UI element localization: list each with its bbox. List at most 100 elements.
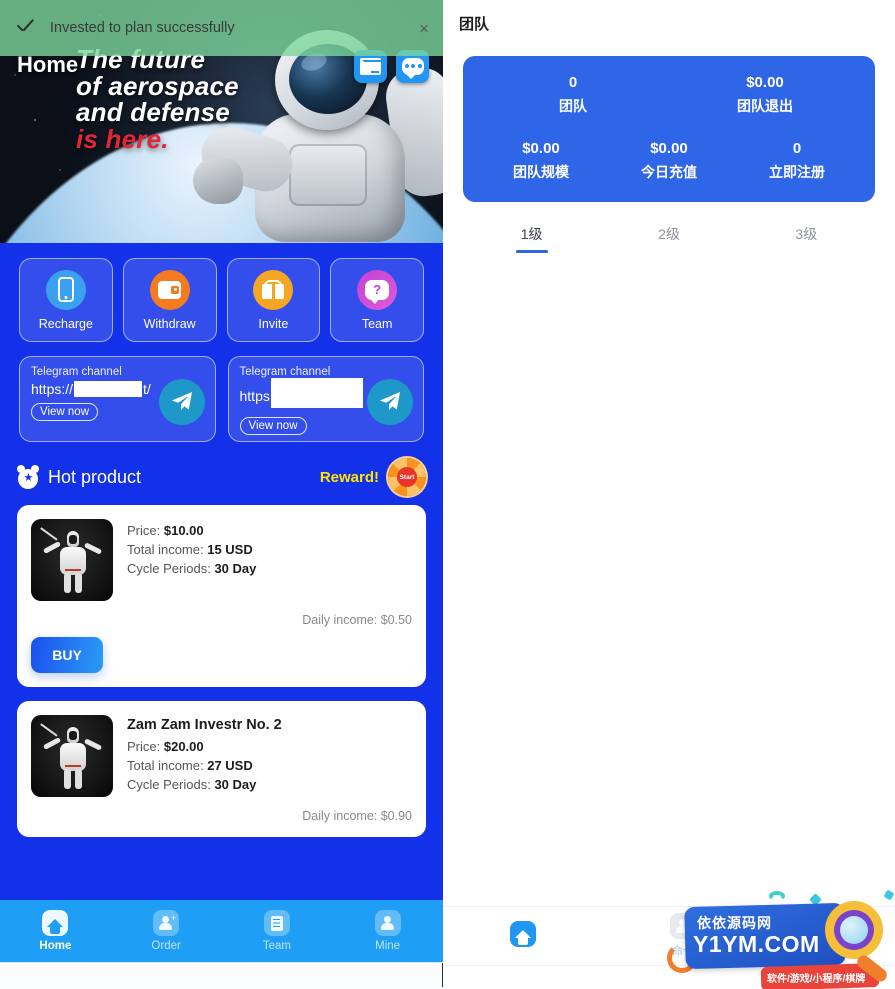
action-label: Team <box>361 316 393 331</box>
phone-icon <box>45 269 86 310</box>
check-icon <box>14 17 36 39</box>
telegram-url-prefix: https:// <box>31 381 74 397</box>
action-invite[interactable]: Invite <box>226 258 321 342</box>
nav-item-home[interactable]: Home <box>0 910 111 952</box>
telegram-icon[interactable] <box>158 379 205 425</box>
stat-label: 今日充值 <box>641 164 697 180</box>
watermark-tag: 软件/游戏/小程序/棋牌 <box>767 974 866 985</box>
price-value: $10.00 <box>163 523 204 538</box>
hot-product-header: ★ Hot product Reward! Start <box>0 442 443 505</box>
gift-icon <box>253 269 294 310</box>
stat-today-recharge: $0.00 今日充值 <box>605 140 733 182</box>
action-withdraw[interactable]: Withdraw <box>122 258 217 342</box>
nav-label: Order <box>151 940 181 952</box>
nav-label: Home <box>39 940 72 952</box>
magnifier-icon <box>825 901 883 959</box>
stat-label: 立即注册 <box>769 164 825 180</box>
stat-team-size: $0.00 团队规模 <box>477 140 605 182</box>
action-label: Invite <box>258 316 289 331</box>
medal-star-icon: ★ <box>17 465 39 489</box>
view-now-button[interactable]: View now <box>31 403 99 421</box>
product-cycle-line: Cycle Periods: 30 Day <box>127 559 256 578</box>
nav-label: Team <box>262 940 291 952</box>
product-image <box>31 715 113 797</box>
success-toast: Invested to plan successfully × <box>0 0 443 56</box>
action-recharge[interactable]: Recharge <box>19 258 113 342</box>
reward-label: Reward! <box>319 468 379 486</box>
telegram-url-prefix: https <box>239 388 270 404</box>
hot-product-title: Hot product <box>48 466 142 487</box>
nav-label: Mine <box>375 940 401 952</box>
daily-income: Daily income: $0.50 <box>302 613 412 627</box>
stat-value: 0 <box>568 74 578 91</box>
nav-item-team[interactable]: Team <box>222 910 333 952</box>
price-label: Price: <box>127 739 161 754</box>
daily-income: Daily income: $0.90 <box>302 809 412 823</box>
redaction-box <box>270 378 363 408</box>
income-value: 15 USD <box>207 542 253 558</box>
quick-actions: Recharge Withdraw Invite ? Team <box>0 243 443 342</box>
product-name: Zam Zam Investr No. 2 <box>127 717 282 733</box>
action-label: Withdraw <box>143 316 196 331</box>
stat-team-count: 0 团队 <box>477 74 669 116</box>
reward-group[interactable]: Reward! Start <box>320 458 426 496</box>
bottom-nav: Home + Order Team Mine <box>0 900 443 962</box>
stat-label: 团队规模 <box>513 164 569 180</box>
close-icon[interactable]: × <box>419 20 429 37</box>
stat-team-withdraw: $0.00 团队退出 <box>669 74 861 116</box>
home-icon <box>510 921 536 947</box>
action-label: Recharge <box>38 316 93 331</box>
banner-line-2: of aerospace <box>76 70 239 101</box>
toast-message: Invested to plan successfully <box>50 20 235 36</box>
price-value: $20.00 <box>163 739 204 754</box>
banner-line-4: is here. <box>76 123 169 154</box>
app-screen: Home The future of aerospace and defense… <box>0 0 895 989</box>
team-page-title: 团队 <box>459 16 490 33</box>
buy-button[interactable]: BUY <box>31 637 103 673</box>
action-team[interactable]: ? Team <box>330 258 424 342</box>
team-stats-row-bottom: $0.00 团队规模 $0.00 今日充值 0 立即注册 <box>477 140 861 182</box>
user-plus-icon: + <box>153 910 180 936</box>
document-icon <box>263 910 290 936</box>
tab-level-3[interactable]: 3级 <box>738 224 875 253</box>
stat-value: $0.00 <box>522 140 560 157</box>
stat-value: $0.00 <box>746 74 784 91</box>
lucky-wheel-icon[interactable]: Start <box>388 458 426 496</box>
stat-value: 0 <box>792 140 802 157</box>
stat-label: 团队 <box>559 98 587 114</box>
tab-level-1[interactable]: 1级 <box>463 224 600 253</box>
telegram-title: Telegram channel <box>239 366 331 378</box>
redaction-box <box>74 381 143 397</box>
product-card[interactable]: Zam Zam Investr No. 2 Price: $20.00 Tota… <box>17 701 426 837</box>
product-income-line: Total income: 15 USD <box>127 540 256 559</box>
telegram-icon[interactable] <box>367 379 413 425</box>
watermark-en: Y1YM.COM <box>693 931 820 957</box>
site-watermark: 依依源码网 Y1YM.COM 软件/游戏/小程序/棋牌 <box>663 889 895 989</box>
mobile-app-panel: Home The future of aerospace and defense… <box>0 0 443 989</box>
banner-line-3: and defense <box>76 97 230 128</box>
telegram-url-suffix: t/ <box>143 381 151 397</box>
cycle-label: Cycle Periods: <box>127 777 211 793</box>
stat-register-now: 0 立即注册 <box>733 140 861 182</box>
telegram-cards: Telegram channel https:// t/ View now Te… <box>0 342 443 442</box>
team-stats-row-top: 0 团队 $0.00 团队退出 <box>477 74 861 116</box>
income-label: Total income: <box>127 758 204 774</box>
wheel-start-label: Start <box>399 473 415 481</box>
home-icon <box>42 910 69 936</box>
telegram-card-2[interactable]: Telegram channel https View now <box>227 356 424 442</box>
product-price-line: Price: $10.00 <box>127 521 256 540</box>
view-now-button[interactable]: View now <box>239 417 307 435</box>
tab-level-2[interactable]: 2级 <box>600 224 737 253</box>
income-label: Total income: <box>127 542 204 558</box>
income-value: 27 USD <box>207 758 253 774</box>
question-bubble-icon: ? <box>357 269 398 310</box>
nav-item-order[interactable]: + Order <box>111 910 222 952</box>
user-icon <box>374 910 401 936</box>
product-card[interactable]: Price: $10.00 Total income: 15 USD Cycle… <box>17 505 426 687</box>
nav-item-mine[interactable]: Mine <box>332 910 443 952</box>
stat-value: $0.00 <box>650 140 688 157</box>
watermark-cn: 依依源码网 <box>697 915 772 931</box>
team-panel: 团队 0 团队 $0.00 团队退出 $0.00 团队规模 $0.00 今日充值… <box>443 0 895 989</box>
telegram-card-1[interactable]: Telegram channel https:// t/ View now <box>19 356 216 442</box>
right-nav-item-home[interactable] <box>443 921 603 951</box>
